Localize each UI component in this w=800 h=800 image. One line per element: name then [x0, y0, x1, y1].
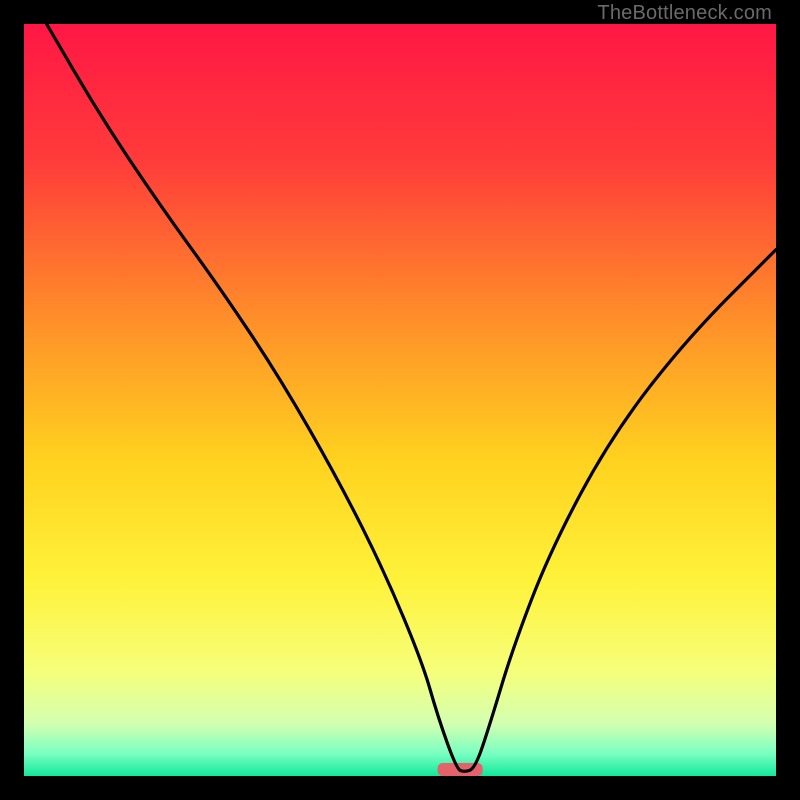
chart-svg [24, 24, 776, 776]
watermark-text: TheBottleneck.com [597, 2, 772, 25]
gradient-background [24, 24, 776, 776]
chart-frame [24, 24, 776, 776]
